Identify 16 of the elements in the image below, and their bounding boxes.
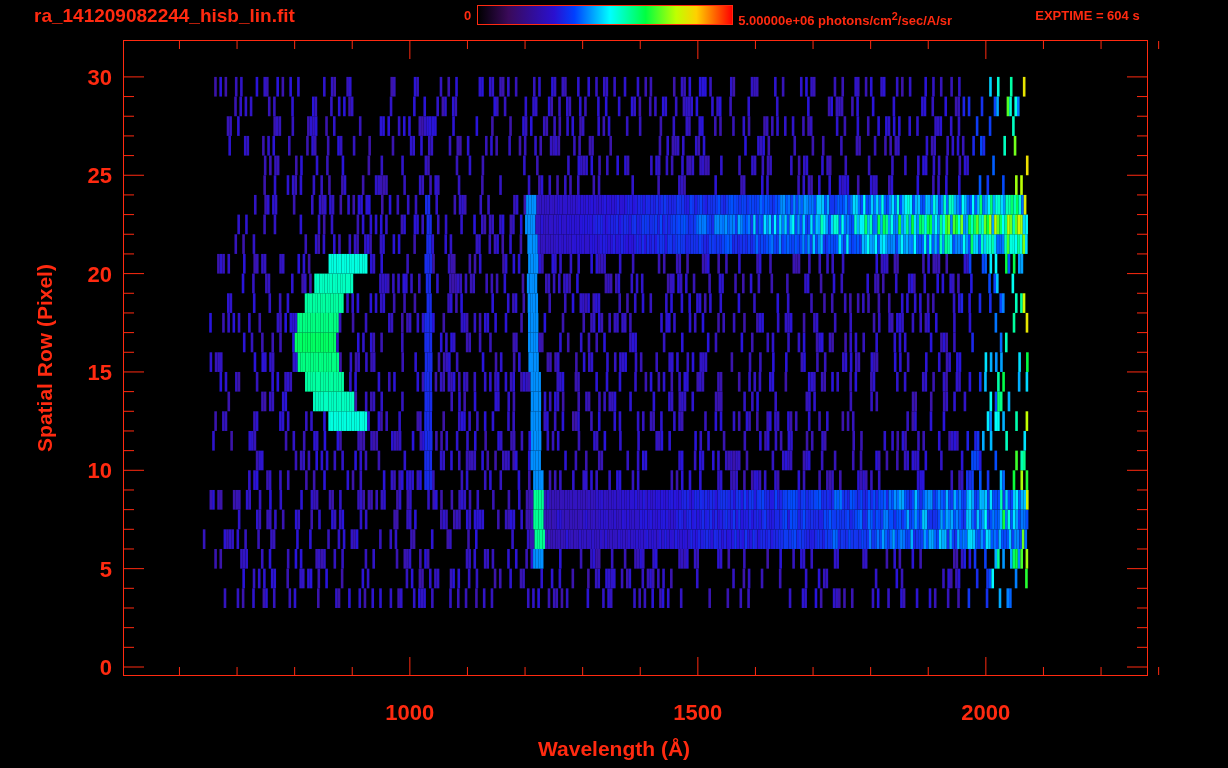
y-tick-label: 20 [87,261,112,287]
y-tick-label: 10 [87,458,112,484]
x-axis-title: Wavelength (Å) [538,737,691,761]
y-axis-title: Spatial Row (Pixel) [33,263,57,452]
y-tick-label: 15 [87,359,112,385]
y-tick-label: 30 [87,64,112,90]
x-tick-label: 1000 [385,700,435,725]
y-tick-label: 0 [99,655,112,680]
y-tick-label: 25 [87,163,112,189]
x-tick-label: 2000 [961,700,1011,725]
y-tick-label: 5 [99,556,112,582]
colorbar-min-label: 0 [464,7,472,25]
exposure-time: EXPTIME = 604 s [1035,7,1140,25]
file-title: ra_141209082244_hisb_lin.fit [34,4,296,28]
x-tick-label: 1500 [673,700,723,725]
colorbar-max-label: 5.00000e+06 photons/cm$^{2}$/sec/A/sr [738,9,954,31]
